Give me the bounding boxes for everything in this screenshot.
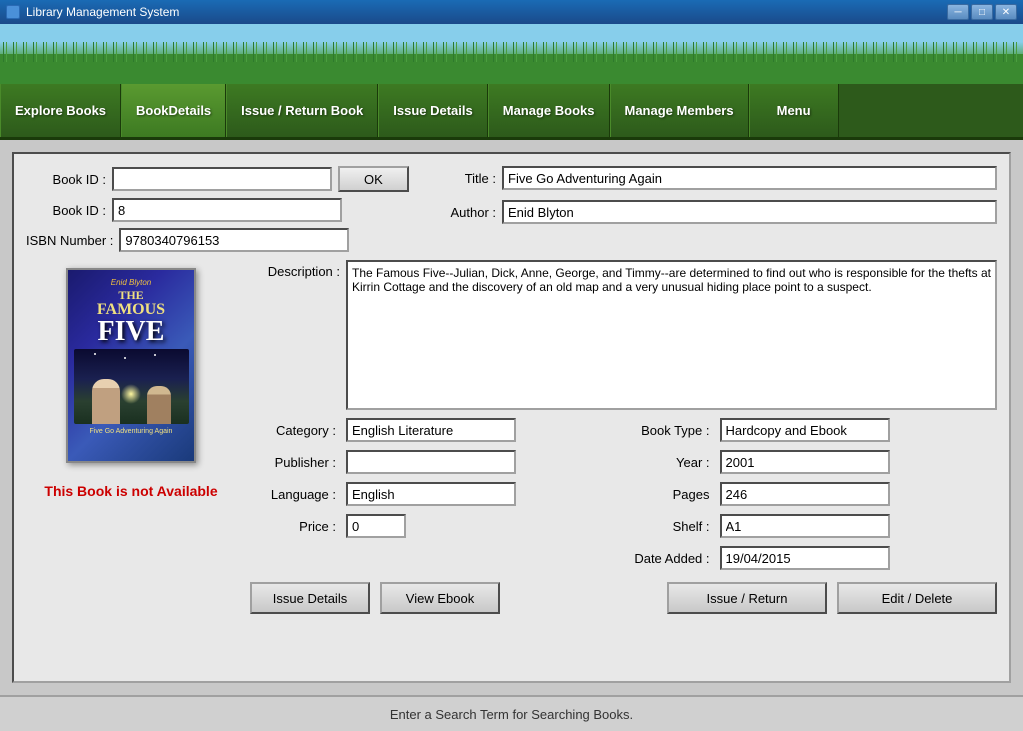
category-label: Category : (250, 423, 340, 438)
book-id-input2[interactable] (112, 198, 342, 222)
bottom-buttons: Issue Details View Ebook Issue / Return … (250, 578, 997, 614)
cover-subtitle: Five Go Adventuring Again (90, 427, 173, 436)
price-input[interactable] (346, 514, 406, 538)
title-label: Title : (436, 171, 496, 186)
author-label: Author : (436, 205, 496, 220)
pages-group: Pages (624, 482, 998, 506)
pages-label: Pages (624, 487, 714, 502)
price-label: Price : (250, 519, 340, 534)
book-id-label1: Book ID : (26, 172, 106, 187)
cover-scene (74, 349, 189, 424)
title-bar-left: Library Management System (6, 5, 179, 19)
ok-button[interactable]: OK (338, 166, 409, 192)
issue-return-button[interactable]: Issue / Return (667, 582, 827, 614)
close-button[interactable]: ✕ (995, 4, 1017, 20)
date-added-label: Date Added : (624, 551, 714, 566)
fields-grid: Category : Book Type : Publisher : (250, 418, 997, 570)
book-cover: Enid Blyton THE FAMOUS FIVE (66, 268, 196, 463)
price-group: Price : (250, 514, 624, 538)
author-input[interactable] (502, 200, 997, 224)
nav-bar: Explore Books BookDetails Issue / Return… (0, 84, 1023, 140)
language-label: Language : (250, 487, 340, 502)
unavailable-text: This Book is not Available (31, 473, 231, 499)
year-group: Year : (624, 450, 998, 474)
publisher-group: Publisher : (250, 450, 624, 474)
book-id-row1: Book ID : OK (26, 166, 416, 192)
cover-author: Enid Blyton (111, 278, 151, 287)
book-id-input1[interactable] (112, 167, 332, 191)
nav-issue-details[interactable]: Issue Details (378, 84, 488, 137)
view-ebook-button[interactable]: View Ebook (380, 582, 500, 614)
date-added-group: Date Added : (624, 546, 998, 570)
publisher-input[interactable] (346, 450, 516, 474)
shelf-label: Shelf : (624, 519, 714, 534)
isbn-row: ISBN Number : (26, 228, 416, 252)
shelf-input[interactable] (720, 514, 890, 538)
window-title: Library Management System (26, 5, 179, 19)
book-type-input[interactable] (720, 418, 890, 442)
status-bar: Enter a Search Term for Searching Books. (0, 695, 1023, 731)
isbn-input[interactable] (119, 228, 349, 252)
publisher-label: Publisher : (250, 455, 340, 470)
nav-issue-return[interactable]: Issue / Return Book (226, 84, 378, 137)
description-area: Description : (250, 260, 997, 410)
grass-banner (0, 24, 1023, 84)
language-input[interactable] (346, 482, 516, 506)
shelf-group: Shelf : (624, 514, 998, 538)
content-area: Book ID : OK Book ID : ISBN Number : Tit… (12, 152, 1011, 683)
book-id-label2: Book ID : (26, 203, 106, 218)
app-icon (6, 5, 20, 19)
language-group: Language : (250, 482, 624, 506)
pages-input[interactable] (720, 482, 890, 506)
title-input[interactable] (502, 166, 997, 190)
status-text: Enter a Search Term for Searching Books. (390, 707, 633, 722)
issue-details-button[interactable]: Issue Details (250, 582, 370, 614)
nav-menu[interactable]: Menu (749, 84, 839, 137)
author-row: Author : (436, 200, 997, 224)
category-group: Category : (250, 418, 624, 442)
nav-manage-members[interactable]: Manage Members (610, 84, 749, 137)
category-input[interactable] (346, 418, 516, 442)
description-textarea[interactable] (346, 260, 997, 410)
title-bar: Library Management System ─ □ ✕ (0, 0, 1023, 24)
minimize-button[interactable]: ─ (947, 4, 969, 20)
title-row: Title : (436, 166, 997, 190)
cover-five: FIVE (98, 318, 165, 346)
nav-book-details[interactable]: BookDetails (121, 84, 226, 137)
edit-delete-button[interactable]: Edit / Delete (837, 582, 997, 614)
book-type-group: Book Type : (624, 418, 998, 442)
grass-blades (0, 42, 1023, 62)
book-id-row2: Book ID : (26, 198, 416, 222)
book-type-label: Book Type : (624, 423, 714, 438)
maximize-button[interactable]: □ (971, 4, 993, 20)
main-content: Book ID : OK Book ID : ISBN Number : Tit… (0, 140, 1023, 695)
date-added-input[interactable] (720, 546, 890, 570)
isbn-label: ISBN Number : (26, 233, 113, 248)
title-bar-controls[interactable]: ─ □ ✕ (947, 4, 1017, 20)
description-label: Description : (250, 260, 340, 279)
year-label: Year : (624, 455, 714, 470)
year-input[interactable] (720, 450, 890, 474)
nav-explore-books[interactable]: Explore Books (0, 84, 121, 137)
nav-manage-books[interactable]: Manage Books (488, 84, 610, 137)
